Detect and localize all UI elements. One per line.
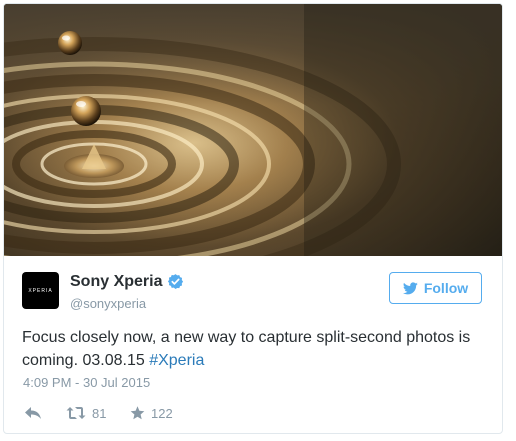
retweet-icon (66, 407, 86, 419)
favorite-count: 122 (151, 405, 173, 421)
reply-button[interactable] (24, 402, 42, 424)
tweet-timestamp[interactable]: 4:09 PM - 30 Jul 2015 (23, 375, 150, 390)
follow-button-label: Follow (423, 280, 469, 296)
star-icon (130, 406, 145, 420)
favorite-button[interactable]: 122 (130, 402, 173, 424)
water-drop-image (4, 4, 502, 256)
display-name[interactable]: Sony Xperia (70, 273, 162, 291)
tweet-body: Focus closely now, a new way to capture … (22, 329, 471, 369)
twitter-bird-icon (402, 281, 418, 294)
verified-badge-icon (167, 274, 184, 289)
hashtag-link[interactable]: #Xperia (149, 352, 204, 369)
follow-button[interactable]: Follow (389, 272, 482, 304)
user-handle[interactable]: @sonyxperia (70, 296, 146, 311)
tweet-card: XPERIA Sony Xperia @sonyxperia Follow Fo… (3, 3, 503, 434)
tweet-text: Focus closely now, a new way to capture … (22, 326, 492, 372)
retweet-button[interactable]: 81 (66, 402, 106, 424)
tweet-header: XPERIA Sony Xperia @sonyxperia Follow (4, 256, 502, 316)
retweet-count: 81 (92, 405, 107, 421)
tweet-media-image[interactable] (4, 4, 502, 256)
avatar[interactable]: XPERIA (22, 272, 59, 309)
reply-icon (25, 407, 41, 419)
tweet-actions: 81 122 (4, 402, 502, 424)
avatar-logo-text: XPERIA (28, 287, 53, 294)
